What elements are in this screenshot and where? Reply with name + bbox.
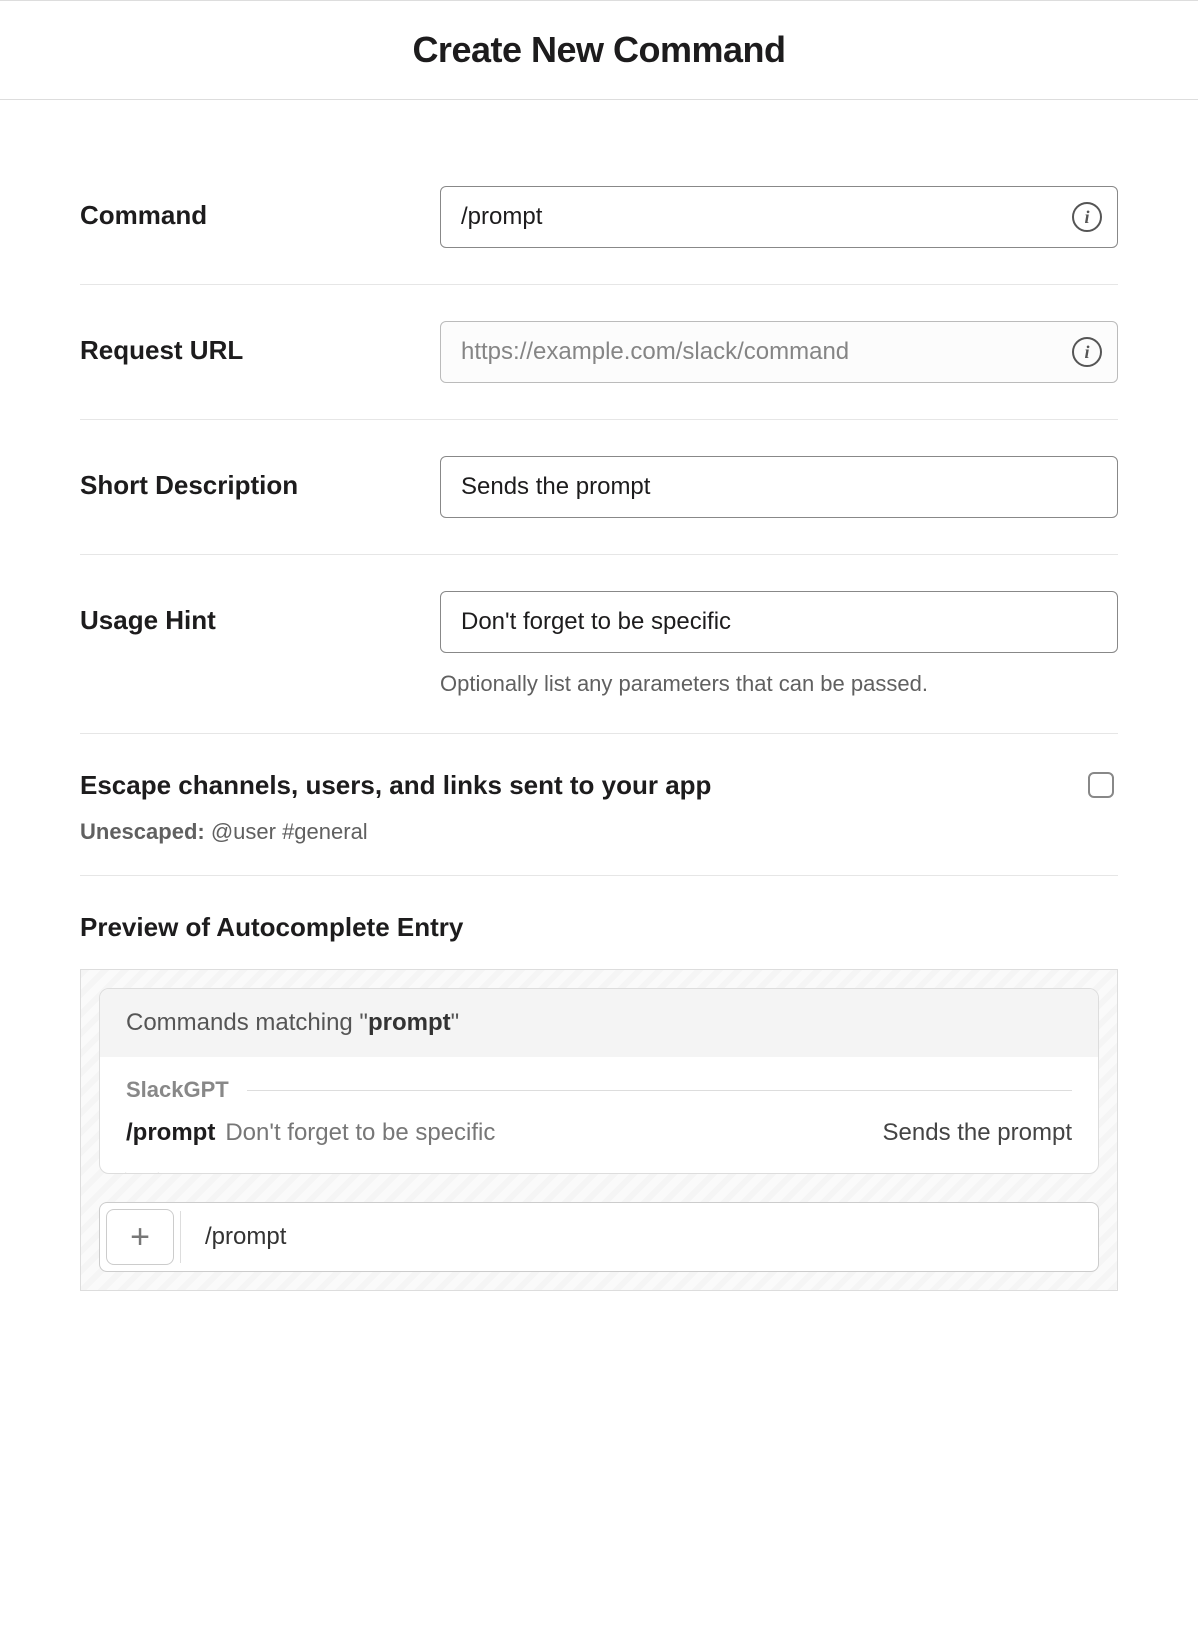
preview-section: Preview of Autocomplete Entry Commands m… — [80, 875, 1118, 1351]
usage-hint-section: Usage Hint Optionally list any parameter… — [80, 554, 1118, 733]
divider — [247, 1090, 1072, 1091]
modal-header: Create New Command — [0, 0, 1198, 100]
escape-checkbox[interactable] — [1088, 772, 1114, 798]
autocomplete-header: Commands matching "prompt" — [100, 989, 1098, 1057]
preview-area: Commands matching "prompt" SlackGPT /pro… — [80, 969, 1118, 1291]
autocomplete-hint: Don't forget to be specific — [225, 1119, 495, 1147]
escape-label: Escape channels, users, and links sent t… — [80, 770, 1118, 801]
plus-icon[interactable]: + — [106, 1209, 174, 1265]
autocomplete-body: SlackGPT /prompt Don't forget to be spec… — [100, 1057, 1098, 1173]
escape-sub-label: Unescaped: — [80, 819, 205, 844]
request-url-input[interactable] — [440, 321, 1118, 383]
autocomplete-app-name: SlackGPT — [126, 1077, 229, 1103]
command-section: Command — [80, 150, 1118, 284]
escape-section: Escape channels, users, and links sent t… — [80, 733, 1118, 875]
escape-sub: Unescaped: @user #general — [80, 819, 1118, 845]
info-icon[interactable] — [1072, 337, 1102, 367]
short-description-input[interactable] — [440, 456, 1118, 518]
usage-hint-label: Usage Hint — [80, 591, 440, 636]
autocomplete-command-row[interactable]: /prompt Don't forget to be specific Send… — [126, 1119, 1072, 1147]
command-label: Command — [80, 186, 440, 231]
autocomplete-description: Sends the prompt — [883, 1119, 1072, 1147]
info-icon[interactable] — [1072, 202, 1102, 232]
preview-title: Preview of Autocomplete Entry — [80, 912, 1118, 943]
message-input-preview: + /prompt — [99, 1202, 1099, 1272]
autocomplete-query: prompt — [368, 1009, 451, 1036]
command-input[interactable] — [440, 186, 1118, 248]
request-url-section: Request URL — [80, 284, 1118, 419]
escape-sub-value: @user #general — [205, 819, 368, 844]
autocomplete-command: /prompt — [126, 1119, 215, 1147]
page-title: Create New Command — [0, 29, 1198, 71]
message-input-text[interactable]: /prompt — [181, 1203, 1098, 1271]
usage-hint-helper: Optionally list any parameters that can … — [440, 671, 1118, 697]
autocomplete-card: Commands matching "prompt" SlackGPT /pro… — [99, 988, 1099, 1174]
short-description-label: Short Description — [80, 456, 440, 501]
request-url-label: Request URL — [80, 321, 440, 366]
usage-hint-input[interactable] — [440, 591, 1118, 653]
short-description-section: Short Description — [80, 419, 1118, 554]
modal-body: Command Request URL Short Description — [0, 150, 1198, 1351]
